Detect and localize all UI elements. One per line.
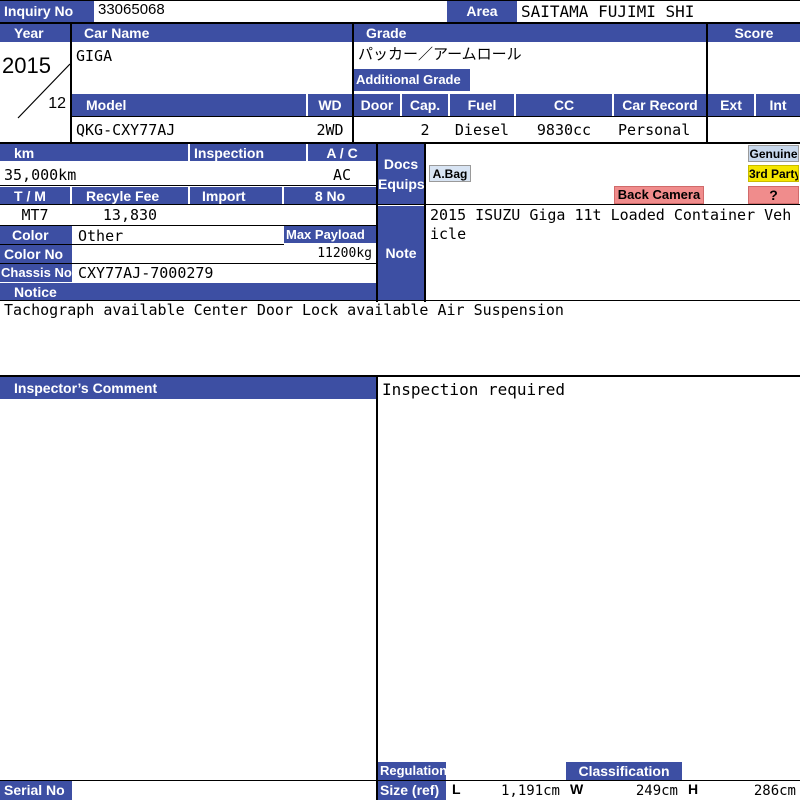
grid-line xyxy=(0,225,378,226)
wd-label: WD xyxy=(308,94,352,116)
size-w-value: 249cm xyxy=(590,781,682,800)
cc-value: 9830cc xyxy=(516,118,612,142)
cap-value: 2 xyxy=(402,118,448,142)
import-value xyxy=(190,205,282,225)
color-no-label: Color No xyxy=(0,245,72,263)
car-record-value: Personal xyxy=(614,118,706,142)
month-value: 12 xyxy=(48,95,66,112)
area-value: SAITAMA FUJIMI SHI xyxy=(517,0,800,22)
abag-badge: A.Bag xyxy=(429,165,471,182)
classification-value xyxy=(448,762,564,780)
inspection-label: Inspection xyxy=(190,144,306,161)
inquiry-no-label: Inquiry No xyxy=(0,0,94,22)
max-payload-label: Max Payload xyxy=(284,226,376,243)
car-record-label: Car Record xyxy=(614,94,706,116)
km-value: 35,000km xyxy=(0,163,188,185)
grid-line xyxy=(706,22,708,144)
genuine-badge: Genuine xyxy=(748,145,799,162)
tm-label: T / M xyxy=(0,187,70,204)
grid-line xyxy=(72,116,800,117)
tm-value: MT7 xyxy=(0,205,70,225)
additional-grade-label: Additional Grade xyxy=(354,69,470,91)
km-label: km xyxy=(0,144,188,161)
model-value: QKG-CXY77AJ xyxy=(72,118,306,142)
size-h-value: 286cm xyxy=(706,781,800,800)
score-value xyxy=(708,44,800,92)
third-party-badge: 3rd Party xyxy=(748,165,799,182)
door-value xyxy=(354,118,400,142)
note-value: 2015 ISUZU Giga 11t Loaded Container Veh… xyxy=(426,205,800,300)
grid-line xyxy=(0,185,378,186)
8-no-label: 8 No xyxy=(284,187,376,204)
score-label: Score xyxy=(708,24,800,42)
import-label: Import xyxy=(190,187,282,204)
grid-line xyxy=(424,142,426,302)
fuel-label: Fuel xyxy=(450,94,514,116)
grid-line xyxy=(0,244,284,245)
int-label: Int xyxy=(756,94,800,116)
grid-line xyxy=(352,22,354,144)
model-label: Model xyxy=(72,94,306,116)
recycle-fee-value: 13,830 xyxy=(72,205,188,225)
ext-value xyxy=(708,118,754,142)
classification-label: Classification xyxy=(566,762,682,780)
chassis-no-value: CXY77AJ-7000279 xyxy=(74,264,376,282)
door-label: Door xyxy=(354,94,400,116)
serial-no-value xyxy=(74,781,376,800)
color-value: Other xyxy=(74,226,282,244)
grid-line xyxy=(0,142,800,144)
car-name-label: Car Name xyxy=(72,24,352,42)
area-label: Area xyxy=(447,0,517,22)
wd-value: 2WD xyxy=(308,118,352,142)
cc-label: CC xyxy=(516,94,612,116)
car-name-value: GIGA xyxy=(72,46,352,68)
ac-label: A / C xyxy=(308,144,376,161)
grid-line xyxy=(0,375,800,377)
unknown-badge: ? xyxy=(748,186,799,204)
note-label: Note xyxy=(378,206,424,300)
grid-line xyxy=(0,0,800,1)
grade-value: パッカー／アームロール xyxy=(354,44,706,66)
grid-line xyxy=(376,377,378,800)
ac-value: AC xyxy=(308,163,376,185)
year-label: Year xyxy=(0,24,70,42)
grid-line xyxy=(376,142,378,302)
size-l-value: 1,191cm xyxy=(470,781,564,800)
grid-line xyxy=(70,22,72,144)
ext-label: Ext xyxy=(708,94,754,116)
grid-line xyxy=(0,22,800,24)
back-camera-badge: Back Camera xyxy=(614,186,704,204)
grid-line xyxy=(0,300,800,301)
inspection-value xyxy=(190,163,306,185)
inspectors-comment-value: Inspection required xyxy=(378,378,800,400)
notice-label: Notice xyxy=(0,283,376,300)
inquiry-no-value: 33065068 xyxy=(94,0,447,22)
grid-line xyxy=(0,204,800,205)
recycle-fee-label: Recyle Fee xyxy=(72,187,188,204)
regulation-label: Regulation xyxy=(378,762,446,780)
docs-label: Docs xyxy=(383,156,419,172)
cap-label: Cap. xyxy=(402,94,448,116)
grid-line xyxy=(0,780,800,781)
chassis-no-label: Chassis No xyxy=(0,264,72,282)
max-payload-value: 11200kg xyxy=(284,244,376,263)
additional-grade-value xyxy=(470,69,706,91)
notice-value: Tachograph available Center Door Lock av… xyxy=(0,301,800,373)
docs-equips-label: Docs Equips xyxy=(378,144,424,204)
size-ref-label: Size (ref) xyxy=(378,781,446,800)
grade-label: Grade xyxy=(354,24,706,42)
serial-no-label: Serial No xyxy=(0,781,72,800)
color-no-value xyxy=(74,245,282,263)
grid-line xyxy=(0,263,378,264)
equips-label: Equips xyxy=(378,176,424,192)
inspectors-comment-label: Inspector’s Comment xyxy=(0,377,376,399)
color-label: Color xyxy=(0,226,72,244)
fuel-value: Diesel xyxy=(450,118,514,142)
int-value xyxy=(756,118,800,142)
8-no-value xyxy=(284,205,376,225)
